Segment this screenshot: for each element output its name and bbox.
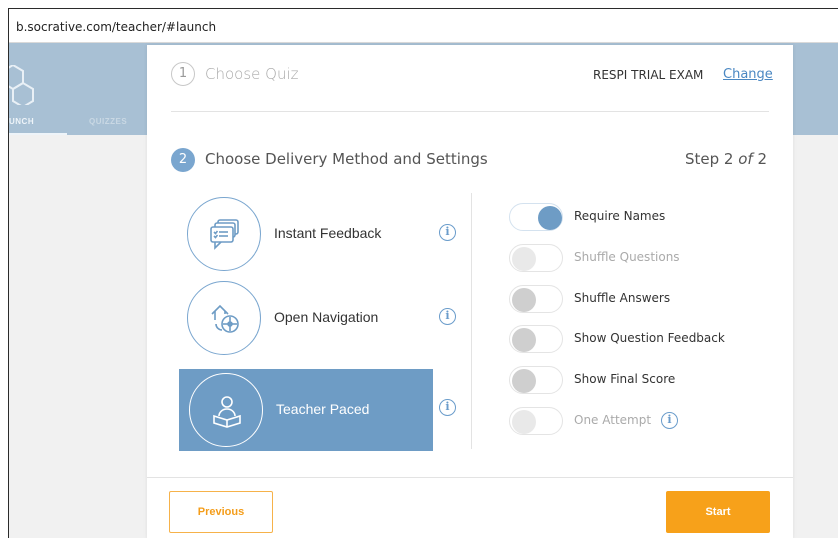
navigation-compass-icon — [187, 281, 261, 355]
toggle-one-attempt: One Attempt i — [509, 407, 779, 437]
toggle-shuffle-questions: Shuffle Questions — [509, 244, 779, 274]
toggle-show-final-score[interactable]: Show Final Score — [509, 366, 779, 396]
footer-divider — [147, 477, 793, 478]
toggle-track[interactable] — [509, 325, 563, 353]
step-progress: Step 2 of 2 — [685, 150, 768, 168]
change-quiz-link[interactable]: Change — [723, 67, 773, 82]
info-icon[interactable]: i — [439, 308, 456, 325]
teacher-reading-icon — [189, 373, 263, 447]
toggle-track[interactable] — [509, 366, 563, 394]
toggle-knob[interactable] — [512, 369, 536, 393]
selected-quiz-name: RESPI TRIAL EXAM — [593, 68, 704, 82]
delivery-option-label: Instant Feedback — [274, 225, 382, 241]
toggle-label: One Attempt — [574, 413, 652, 427]
toggle-knob — [512, 410, 536, 434]
step-1-title: Choose Quiz — [205, 65, 299, 83]
toggle-label: Require Names — [574, 209, 666, 223]
delivery-option-instant-feedback[interactable]: Instant Feedback i — [177, 193, 456, 275]
start-button[interactable]: Start — [666, 491, 770, 533]
toggle-track — [509, 244, 563, 272]
toggle-show-question-feedback[interactable]: Show Question Feedback — [509, 325, 779, 355]
info-icon[interactable]: i — [661, 412, 678, 429]
toggle-knob[interactable] — [538, 206, 562, 230]
delivery-option-open-navigation[interactable]: Open Navigation i — [177, 277, 456, 359]
step-2-number: 2 — [171, 148, 195, 172]
address-bar[interactable]: b.socrative.com/teacher/#launch — [9, 9, 838, 43]
tab-launch[interactable]: UNCH — [9, 117, 34, 126]
tab-quizzes[interactable]: QUIZZES — [89, 117, 127, 126]
toggle-label: Show Question Feedback — [574, 331, 725, 345]
toggle-label: Show Final Score — [574, 372, 676, 386]
toggle-knob[interactable] — [512, 328, 536, 352]
previous-button[interactable]: Previous — [169, 491, 273, 533]
delivery-option-label: Teacher Paced — [276, 401, 370, 417]
step-1-number: 1 — [171, 62, 195, 86]
toggle-label: Shuffle Answers — [574, 291, 671, 305]
toggle-knob[interactable] — [512, 288, 536, 312]
column-divider — [471, 193, 472, 449]
delivery-option-label: Open Navigation — [274, 309, 379, 325]
socrative-logo-icon — [9, 65, 34, 105]
toggle-label: Shuffle Questions — [574, 250, 680, 264]
toggle-track — [509, 407, 563, 435]
info-icon[interactable]: i — [439, 399, 456, 416]
divider — [171, 111, 769, 112]
step-2-title: Choose Delivery Method and Settings — [205, 150, 488, 168]
delivery-option-teacher-paced[interactable]: Teacher Paced i — [177, 361, 456, 451]
browser-window: b.socrative.com/teacher/#launch UNCH QUI… — [8, 8, 838, 538]
toggle-require-names[interactable]: Require Names — [509, 203, 779, 233]
toggle-track[interactable] — [509, 285, 563, 313]
toggle-shuffle-answers[interactable]: Shuffle Answers — [509, 285, 779, 315]
chat-feedback-icon — [187, 197, 261, 271]
url-text[interactable]: b.socrative.com/teacher/#launch — [16, 20, 216, 34]
toggle-knob — [512, 247, 536, 271]
info-icon[interactable]: i — [439, 224, 456, 241]
launch-modal: 1 Choose Quiz RESPI TRIAL EXAM Change 2 … — [147, 45, 793, 538]
toggle-track[interactable] — [509, 203, 563, 231]
